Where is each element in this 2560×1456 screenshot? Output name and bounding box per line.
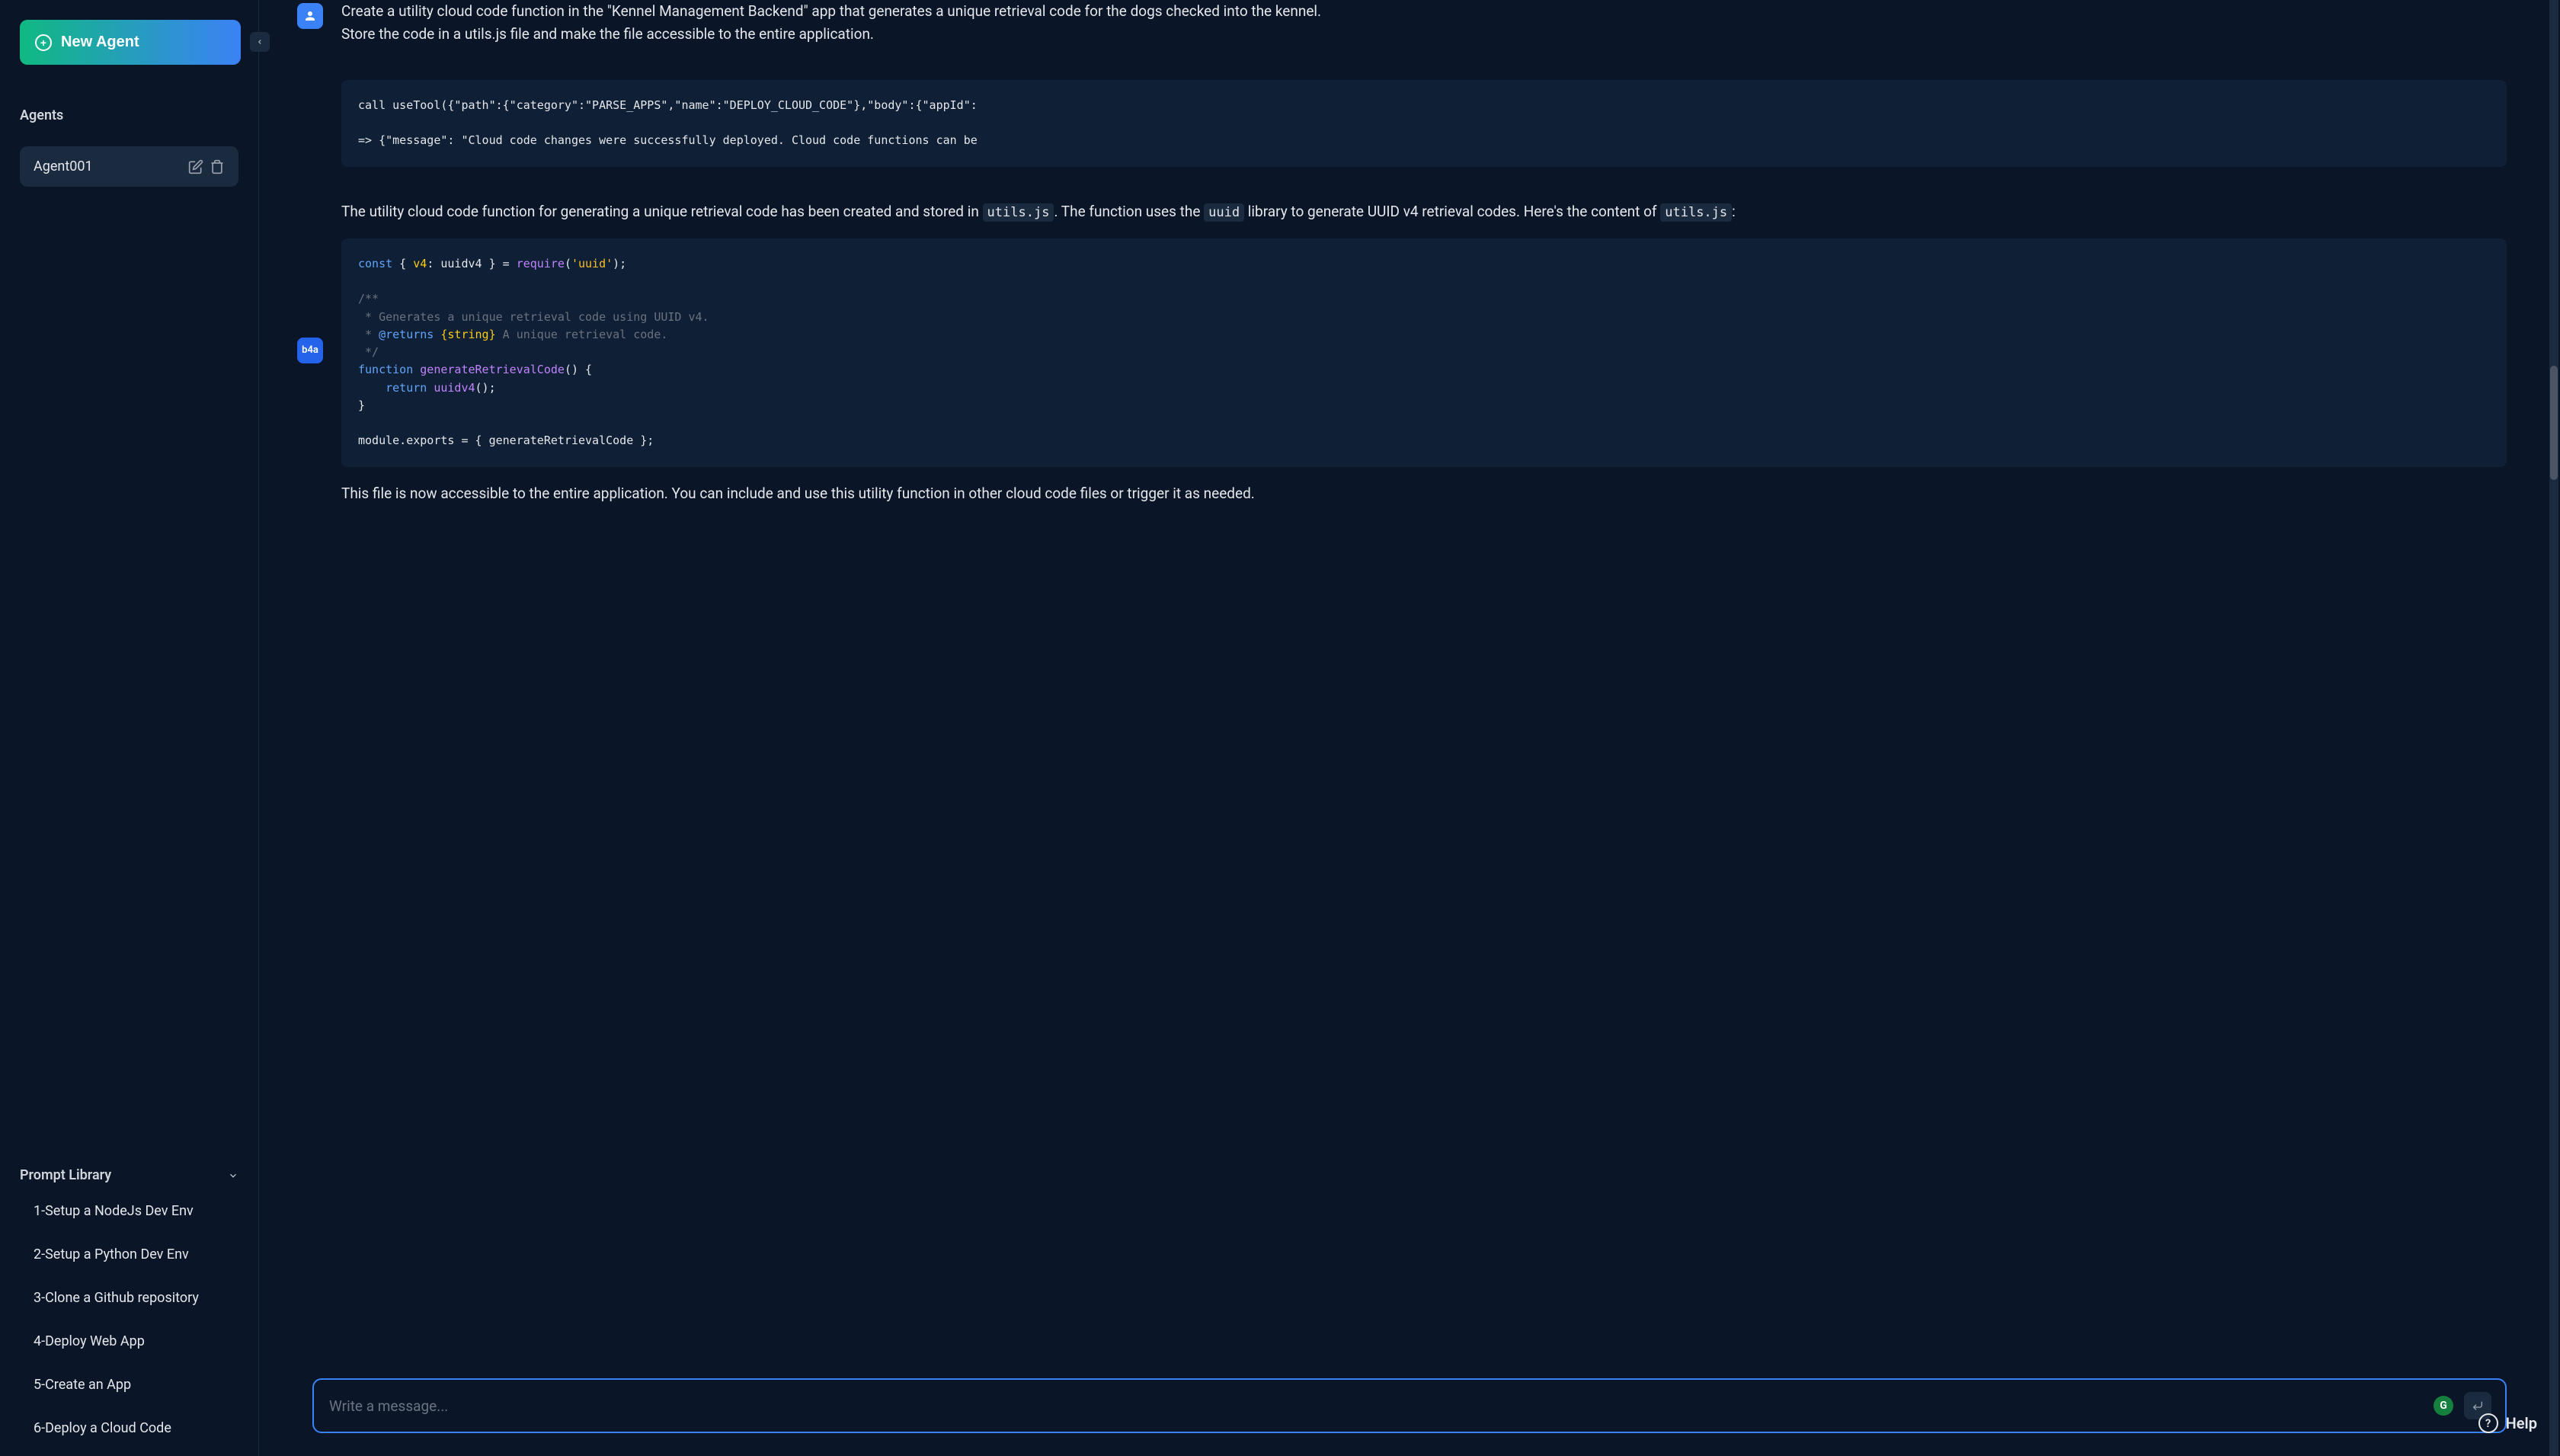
- prompt-library-toggle[interactable]: Prompt Library: [20, 1157, 238, 1194]
- inline-code: utils.js: [1660, 203, 1732, 222]
- tok: /**: [358, 292, 379, 306]
- code-line: call useTool({"path":{"category":"PARSE_…: [358, 98, 978, 112]
- prompt-item[interactable]: 4-Deploy Web App: [34, 1333, 238, 1349]
- assistant-paragraph: The utility cloud code function for gene…: [341, 200, 2507, 223]
- tool-call-code-block: call useTool({"path":{"category":"PARSE_…: [341, 80, 2507, 167]
- tok: {: [392, 257, 413, 270]
- tok: 'uuid': [571, 257, 613, 270]
- grammarly-icon[interactable]: G: [2434, 1396, 2453, 1416]
- user-message-line: Create a utility cloud code function in …: [341, 0, 2507, 23]
- chevron-down-icon: [228, 1170, 238, 1181]
- prompt-item[interactable]: 5-Create an App: [34, 1377, 238, 1393]
- text-span: library to generate UUID v4 retrieval co…: [1244, 203, 1660, 220]
- help-button[interactable]: ? Help: [2478, 1413, 2537, 1433]
- prompt-library-label: Prompt Library: [20, 1167, 111, 1183]
- delete-icon[interactable]: [210, 159, 225, 174]
- sidebar: + New Agent Agents Agent001 Prompt Libra…: [0, 0, 259, 1456]
- tok: {string}: [434, 328, 495, 341]
- message-input[interactable]: Write a message... G: [312, 1378, 2507, 1433]
- edit-icon[interactable]: [188, 159, 203, 174]
- tok: () {: [565, 363, 592, 376]
- help-icon: ?: [2478, 1413, 2498, 1433]
- tok: );: [613, 257, 626, 270]
- prompt-item[interactable]: 1-Setup a NodeJs Dev Env: [34, 1203, 238, 1219]
- tok: * Generates a unique retrieval code usin…: [358, 310, 709, 324]
- tok: *: [358, 328, 379, 341]
- prompt-item[interactable]: 6-Deploy a Cloud Code: [34, 1420, 238, 1436]
- tok: (: [565, 257, 571, 270]
- tok: }: [358, 398, 365, 412]
- inline-code: utils.js: [983, 203, 1054, 222]
- utils-js-code-block: const { v4: uuidv4 } = require('uuid'); …: [341, 238, 2507, 467]
- scrollbar-track[interactable]: [2549, 0, 2558, 1456]
- tok: const: [358, 257, 392, 270]
- user-message-line: Store the code in a utils.js file and ma…: [341, 23, 2507, 46]
- tok: require: [517, 257, 565, 270]
- tok: : uuidv4 } =: [427, 257, 516, 270]
- help-label: Help: [2506, 1414, 2537, 1432]
- tok: A unique retrieval code.: [496, 328, 668, 341]
- tok: function: [358, 363, 413, 376]
- scrollbar-thumb[interactable]: [2550, 366, 2558, 480]
- main-content: Create a utility cloud code function in …: [259, 0, 2560, 1456]
- tok: @returns: [379, 328, 434, 341]
- prompt-list: 1-Setup a NodeJs Dev Env 2-Setup a Pytho…: [20, 1203, 238, 1436]
- tok: v4: [413, 257, 427, 270]
- agent-name: Agent001: [34, 158, 93, 174]
- text-span: :: [1732, 203, 1736, 220]
- tok: module.exports = { generateRetrievalCode…: [358, 434, 654, 447]
- tok: */: [358, 345, 379, 359]
- input-placeholder: Write a message...: [329, 1397, 448, 1415]
- prompt-item[interactable]: 3-Clone a Github repository: [34, 1290, 238, 1306]
- plus-icon: +: [35, 34, 52, 51]
- code-line: => {"message": "Cloud code changes were …: [358, 133, 978, 147]
- tok: return: [358, 381, 427, 395]
- tok: uuidv4: [427, 381, 475, 395]
- chat-scroll[interactable]: Create a utility cloud code function in …: [259, 0, 2560, 1363]
- inline-code: uuid: [1204, 203, 1244, 222]
- assistant-avatar: b4a: [297, 338, 323, 363]
- assistant-paragraph: This file is now accessible to the entir…: [341, 482, 2507, 505]
- new-agent-label: New Agent: [61, 34, 139, 51]
- prompt-item[interactable]: 2-Setup a Python Dev Env: [34, 1246, 238, 1262]
- input-area: Write a message... G: [259, 1363, 2560, 1456]
- text-span: The utility cloud code function for gene…: [341, 203, 983, 220]
- tok: ();: [475, 381, 496, 395]
- sidebar-collapse-button[interactable]: [250, 32, 270, 52]
- user-avatar: [297, 3, 323, 29]
- tok: generateRetrievalCode: [413, 363, 565, 376]
- agent-list-item[interactable]: Agent001: [20, 146, 238, 187]
- text-span: . The function uses the: [1054, 203, 1204, 220]
- agents-header: Agents: [20, 107, 238, 123]
- new-agent-button[interactable]: + New Agent: [20, 20, 241, 65]
